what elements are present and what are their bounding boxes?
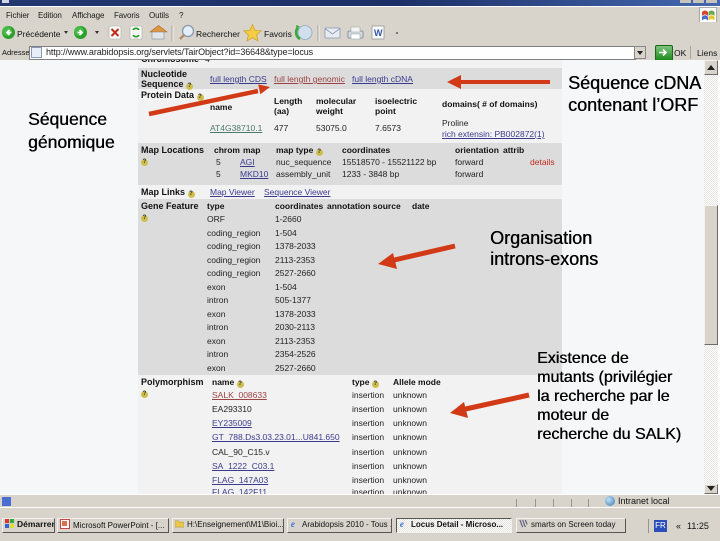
svg-text:e: e xyxy=(291,519,295,528)
svg-text:W: W xyxy=(374,28,383,38)
svg-text:e: e xyxy=(400,519,404,528)
